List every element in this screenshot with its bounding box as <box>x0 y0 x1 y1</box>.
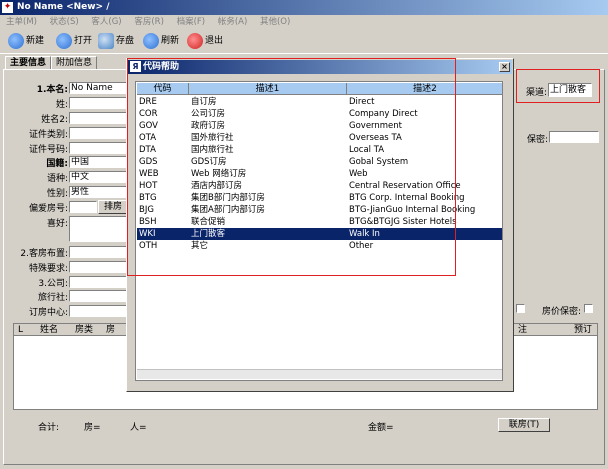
people-label: 人= <box>130 423 147 433</box>
name-label: 1.本名: <box>36 85 68 95</box>
idtype-field[interactable] <box>69 127 129 139</box>
center-field[interactable] <box>69 305 129 317</box>
hobby-field[interactable] <box>69 216 129 242</box>
tab-main-info[interactable]: 主要信息 <box>5 56 52 70</box>
rooms-label: 房= <box>84 423 101 433</box>
name2-label: 姓名2: <box>41 115 68 125</box>
menu-guest[interactable]: 客人(G) <box>91 17 121 27</box>
menu-room[interactable]: 客房(R) <box>134 17 164 27</box>
open-icon <box>56 32 72 49</box>
agency-label: 旅行社: <box>37 293 68 303</box>
idno-field[interactable] <box>69 142 129 154</box>
room-pref-label: 偏爱房号: <box>28 204 68 214</box>
special-field[interactable] <box>69 261 129 273</box>
new-button[interactable]: 新建 <box>8 31 44 51</box>
channel-highlight <box>516 69 600 103</box>
name2-field[interactable] <box>69 112 129 124</box>
language-field[interactable]: 中文 <box>69 171 129 183</box>
special-label: 特殊要求: <box>28 264 68 274</box>
agency-field[interactable] <box>69 290 129 302</box>
surname-label: 姓: <box>55 100 68 110</box>
grid-col-roomtype: 房类 <box>75 325 94 335</box>
gender-field[interactable]: 男性 <box>69 186 129 198</box>
hobby-label: 喜好: <box>46 219 68 229</box>
menu-status[interactable]: 状态(S) <box>50 17 79 27</box>
save-icon <box>98 32 114 49</box>
checkbox-1[interactable] <box>516 304 525 313</box>
window-title: No Name <New> / <box>17 2 110 12</box>
grid-col-room: 房 <box>106 325 116 335</box>
grid-col-note: 注 <box>518 325 528 335</box>
tab-extra-info[interactable]: 附加信息 <box>51 56 98 70</box>
language-label: 语种: <box>46 174 68 184</box>
menu-account[interactable]: 帐务(A) <box>218 17 247 27</box>
menu-bar: 主单(M) 状态(S) 客人(G) 客房(R) 档案(F) 帐务(A) 其他(O… <box>0 15 608 29</box>
menu-other[interactable]: 其他(O) <box>260 17 290 27</box>
amount-label: 金额= <box>368 423 394 433</box>
grid-col-name: 姓名 <box>40 325 59 335</box>
save-button[interactable]: 存盘 <box>98 31 134 51</box>
list-highlight <box>127 58 456 276</box>
total-label: 合计: <box>38 423 60 433</box>
layout-label: 2.客房布置: <box>20 249 68 259</box>
gender-label: 性别: <box>46 189 68 199</box>
refresh-icon <box>143 32 159 49</box>
secret-field[interactable] <box>549 131 599 143</box>
country-label: 国籍: <box>46 159 68 169</box>
app-logo-icon: ✦ <box>2 2 13 13</box>
secret-label: 保密: <box>526 135 548 145</box>
new-icon <box>8 32 24 49</box>
open-button[interactable]: 打开 <box>56 31 92 51</box>
exit-icon <box>187 32 203 49</box>
grid-col-booking: 预订 <box>574 325 593 335</box>
horizontal-scrollbar[interactable] <box>137 369 502 379</box>
room-pref-field[interactable] <box>69 201 97 213</box>
price-secret-checkbox[interactable] <box>584 304 593 313</box>
company-field[interactable] <box>69 276 129 288</box>
refresh-button[interactable]: 刷新 <box>143 31 179 51</box>
idtype-label: 证件类别: <box>28 130 68 140</box>
room-sort-button[interactable]: 排房 <box>98 200 128 214</box>
center-label: 订房中心: <box>28 308 68 318</box>
menu-main[interactable]: 主单(M) <box>6 17 37 27</box>
menu-profile[interactable]: 档案(F) <box>177 17 206 27</box>
toolbar: 新建 打开 存盘 刷新 退出 <box>0 29 608 54</box>
close-icon[interactable]: × <box>499 62 510 72</box>
price-secret-label: 房价保密: <box>541 307 581 317</box>
link-rooms-button[interactable]: 联房(T) <box>498 418 550 432</box>
title-bar: ✦ No Name <New> / <box>0 0 608 15</box>
layout-field[interactable] <box>69 246 129 258</box>
company-label: 3.公司: <box>38 279 68 289</box>
country-field[interactable]: 中国 <box>69 156 129 168</box>
surname-field[interactable] <box>69 97 129 109</box>
idno-label: 证件号码: <box>28 145 68 155</box>
exit-button[interactable]: 退出 <box>187 31 223 51</box>
name-field[interactable]: No Name <box>69 82 129 94</box>
grid-col-l: L <box>18 325 24 335</box>
